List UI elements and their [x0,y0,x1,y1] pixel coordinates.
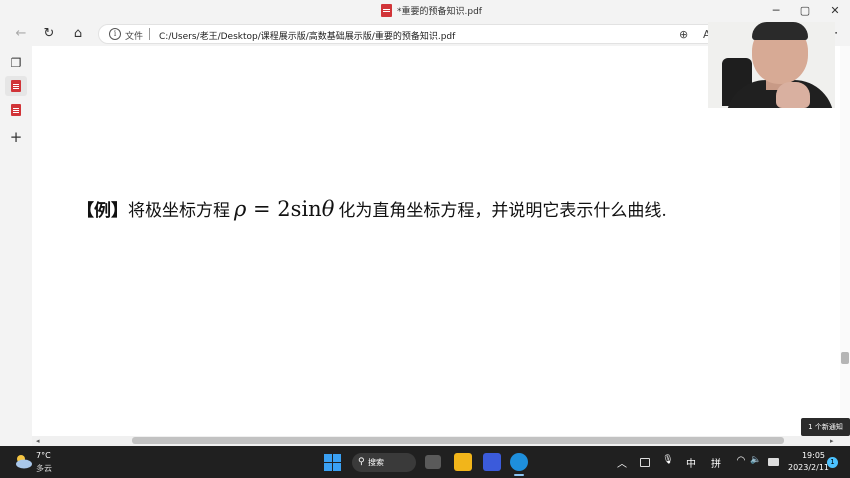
start-square [333,454,341,462]
edge-browser-icon[interactable] [510,453,528,471]
vertical-tab-strip: ❐ + [0,46,32,446]
address-bar[interactable]: i 文件 C:/Users/老王/Desktop/课程展示版/高数基础展示版/重… [98,24,726,44]
minimize-button[interactable]: ─ [762,2,790,20]
example-problem: 【例】 将极坐标方程 ρ = 2sinθ 化为直角坐标方程，并说明它表示什么曲线… [77,196,667,221]
ime-mode-indicator[interactable]: 拼 [709,455,723,470]
notification-count-badge[interactable]: 1 [827,457,838,468]
info-icon[interactable]: i [109,28,121,40]
clock-date[interactable]: 2023/2/11 [788,463,829,472]
rho-symbol: ρ [234,197,247,221]
address-scheme-label: 文件 [125,32,144,42]
cloudy-weather-icon[interactable] [13,453,33,469]
new-tab-button[interactable]: + [7,128,25,146]
home-button[interactable]: ⌂ [67,24,89,44]
taskbar-search-button[interactable]: ⚲ 搜索 [352,453,416,472]
task-view-icon[interactable] [425,455,441,469]
start-square [324,454,332,462]
polar-equation: ρ = 2sinθ [234,197,334,221]
pdf-file-icon [381,4,392,17]
problem-text-before: 将极坐标方程 [128,201,230,221]
keyboard-tray-icon[interactable] [640,458,650,467]
title-bar: *重要的预备知识.pdf ─ ▢ ✕ [0,0,850,22]
battery-icon[interactable] [768,458,779,466]
horizontal-scrollbar[interactable]: ◂ ▸ [32,436,840,446]
address-divider [149,28,150,40]
hidden-icons-chevron[interactable]: ︿ [616,455,628,470]
weather-description[interactable]: 多云 [36,463,52,474]
equation-middle: = 2sin [246,197,322,221]
refresh-button[interactable]: ↻ [38,24,60,44]
start-square [333,463,341,471]
tab-pdf-icon[interactable] [11,104,21,116]
window-title: *重要的预备知识.pdf [397,7,482,17]
search-label: 搜索 [368,458,384,467]
window-title-group: *重要的预备知识.pdf [381,4,482,17]
presenter-hair [752,22,808,40]
vertical-scrollbar[interactable] [840,46,850,436]
horizontal-scroll-thumb[interactable] [132,437,784,444]
notification-toast[interactable]: 1 个新通知 [801,418,850,436]
ime-language-indicator[interactable]: 中 [684,455,698,470]
theta-symbol: θ [321,197,335,221]
presenter-hand [776,82,810,108]
windows-start-icon[interactable] [324,454,341,471]
address-url[interactable]: C:/Users/老王/Desktop/课程展示版/高数基础展示版/重要的预备知… [159,29,455,42]
start-square [324,463,332,471]
back-button[interactable]: ← [10,24,32,44]
scroll-left-arrow[interactable]: ◂ [36,436,40,446]
vertical-scroll-thumb[interactable] [841,352,849,364]
webcam-overlay [708,22,835,108]
presentation-app-icon[interactable] [483,453,501,471]
tab-pdf-icon[interactable] [11,80,21,92]
microphone-icon[interactable]: 🎙 [662,455,674,465]
wifi-icon[interactable]: ◠ [734,455,748,466]
maximize-button[interactable]: ▢ [791,2,819,20]
weather-temperature[interactable]: 7°C [36,451,51,460]
close-button[interactable]: ✕ [821,2,849,20]
problem-text-after: 化为直角坐标方程，并说明它表示什么曲线. [338,201,667,221]
volume-icon[interactable]: 🔈 [750,455,762,465]
scroll-right-arrow[interactable]: ▸ [830,436,834,446]
search-icon: ⚲ [358,457,365,467]
file-explorer-icon[interactable] [454,453,472,471]
clock-time[interactable]: 19:05 [801,451,825,460]
example-label: 【例】 [77,201,128,221]
zoom-icon[interactable]: ⊕ [679,28,688,41]
tab-actions-icon[interactable]: ❐ [7,54,25,72]
active-app-indicator [514,474,524,476]
taskbar: 7°C 多云 ⚲ 搜索 ︿ 🎙 中 拼 ◠ 🔈 19:05 2023/2/11 … [0,446,850,478]
